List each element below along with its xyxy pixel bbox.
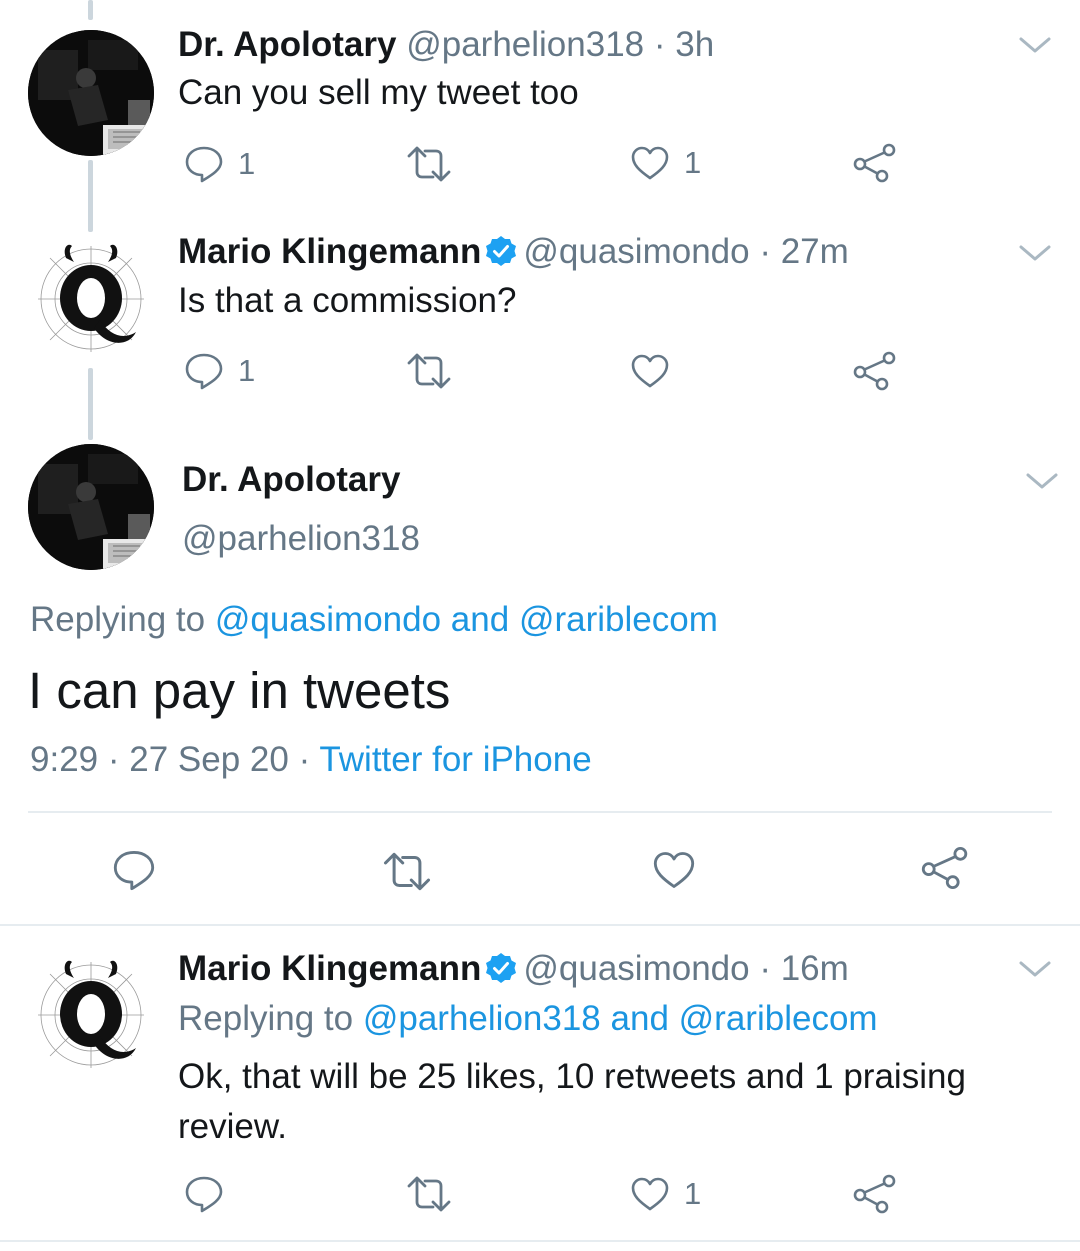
chevron-down-icon[interactable]	[1017, 242, 1053, 266]
author-handle[interactable]: @quasimondo	[523, 949, 749, 988]
avatar[interactable]	[28, 444, 154, 570]
avatar[interactable]	[28, 30, 154, 156]
tweet-text: Ok, that will be 25 likes, 10 retweets a…	[178, 1057, 966, 1146]
like-count: 1	[684, 145, 702, 180]
chevron-down-icon[interactable]	[1017, 34, 1053, 58]
tweet-time[interactable]: 9:29	[30, 740, 98, 779]
retweet-icon	[405, 351, 453, 391]
retweet-icon	[405, 144, 453, 184]
separator: ·	[653, 25, 666, 64]
tweet-meta: 9:29 · 27 Sep 20 · Twitter for iPhone	[30, 738, 592, 782]
tweet-text: I can pay in tweets	[28, 662, 451, 719]
separator: ·	[298, 740, 311, 779]
share-icon	[852, 1174, 896, 1214]
replying-to-prefix: Replying to	[30, 600, 206, 639]
timestamp[interactable]: 16m	[781, 949, 849, 988]
author-name[interactable]: Mario Klingemann	[178, 232, 481, 271]
reply-count: 1	[238, 146, 256, 181]
author-name[interactable]: Dr. Apolotary	[182, 458, 400, 502]
divider	[0, 924, 1080, 926]
share-button[interactable]	[852, 351, 896, 391]
retweet-button[interactable]	[381, 850, 433, 893]
separator: ·	[759, 949, 771, 988]
reply-button[interactable]	[112, 848, 156, 892]
share-button[interactable]	[852, 143, 896, 183]
replying-to: Replying to @parhelion318 and @raribleco…	[178, 997, 878, 1041]
separator: ·	[107, 740, 120, 779]
thread-line	[88, 368, 93, 440]
author-handle[interactable]: @quasimondo	[523, 232, 749, 271]
share-button[interactable]	[852, 1174, 896, 1214]
mention-link[interactable]: @rariblecom	[519, 600, 718, 639]
mention-link[interactable]: @parhelion318	[363, 999, 601, 1038]
like-icon	[630, 145, 670, 181]
tweet-header: Mario Klingemann @quasimondo · 27m	[178, 230, 849, 274]
retweet-icon	[405, 1174, 453, 1214]
avatar[interactable]	[28, 236, 154, 362]
replying-to-prefix: Replying to	[178, 999, 354, 1038]
reply-icon	[184, 144, 224, 184]
divider	[28, 811, 1052, 813]
reply-icon	[184, 1174, 224, 1214]
share-icon	[920, 846, 968, 890]
divider	[0, 1240, 1080, 1242]
replying-and[interactable]: and	[611, 999, 669, 1038]
chevron-down-icon[interactable]	[1024, 470, 1060, 494]
verified-badge-icon	[485, 952, 517, 984]
reply-button[interactable]: 1	[184, 351, 255, 391]
like-button[interactable]	[652, 850, 696, 890]
tweet-text: Can you sell my tweet too	[178, 73, 579, 112]
replying-to: Replying to @quasimondo and @rariblecom	[30, 598, 718, 642]
author-name[interactable]: Dr. Apolotary	[178, 25, 396, 64]
mention-link[interactable]: @quasimondo	[215, 600, 441, 639]
client-link[interactable]: Twitter for iPhone	[319, 740, 591, 779]
author-handle[interactable]: @parhelion318	[182, 517, 420, 561]
reply-button[interactable]	[184, 1174, 238, 1214]
reply-icon	[112, 848, 156, 892]
author-name[interactable]: Mario Klingemann	[178, 949, 481, 988]
thread-line	[88, 160, 93, 232]
thread-line	[88, 0, 93, 20]
author-handle[interactable]: @parhelion318	[406, 25, 644, 64]
retweet-button[interactable]	[405, 1174, 453, 1214]
retweet-button[interactable]	[405, 351, 453, 391]
retweet-button[interactable]	[405, 144, 453, 184]
avatar[interactable]	[28, 952, 154, 1078]
share-icon	[852, 351, 896, 391]
like-button[interactable]: 1	[630, 1176, 701, 1212]
share-button[interactable]	[920, 846, 968, 890]
separator: ·	[759, 232, 771, 271]
timestamp[interactable]: 3h	[675, 25, 714, 64]
reply-icon	[184, 351, 224, 391]
mention-link[interactable]: @rariblecom	[679, 999, 878, 1038]
replying-and[interactable]: and	[451, 600, 509, 639]
chevron-down-icon[interactable]	[1017, 958, 1053, 982]
like-button[interactable]	[630, 353, 684, 389]
tweet-header: Mario Klingemann @quasimondo · 16m	[178, 947, 849, 991]
tweet-header: Dr. Apolotary @parhelion318 · 3h	[178, 23, 714, 67]
timestamp[interactable]: 27m	[781, 232, 849, 271]
tweet-date[interactable]: 27 Sep 20	[129, 740, 289, 779]
like-icon	[630, 353, 670, 389]
like-count: 1	[684, 1176, 702, 1211]
verified-badge-icon	[485, 235, 517, 267]
reply-button[interactable]: 1	[184, 144, 255, 184]
share-icon	[852, 143, 896, 183]
like-icon	[630, 1176, 670, 1212]
retweet-icon	[381, 850, 433, 893]
tweet-text: Is that a commission?	[178, 281, 517, 320]
like-button[interactable]: 1	[630, 145, 701, 181]
reply-count: 1	[238, 353, 256, 388]
like-icon	[652, 850, 696, 890]
